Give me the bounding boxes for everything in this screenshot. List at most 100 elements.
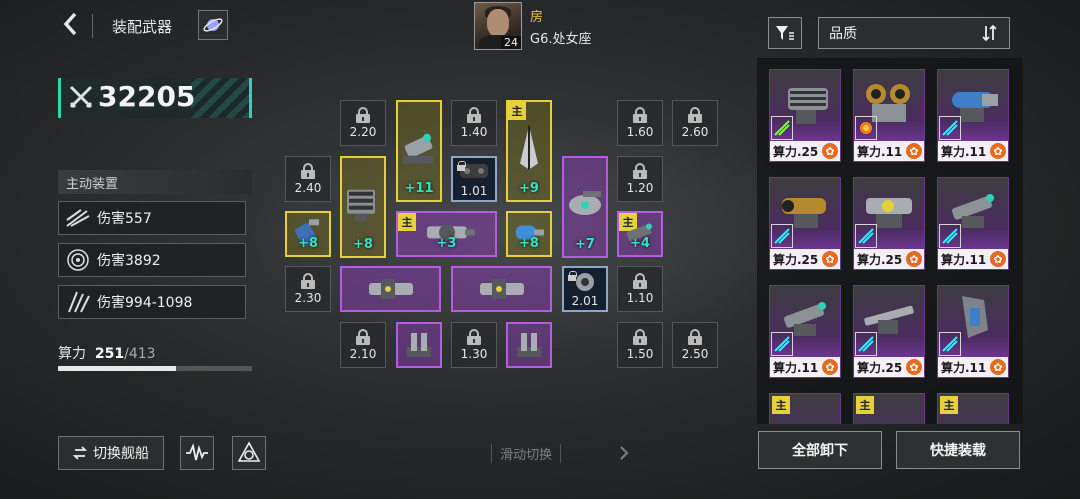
weapon-slot[interactable]: +7 — [562, 156, 608, 258]
swipe-label: 滑动切换 — [491, 443, 562, 463]
card-stat: 算力.25 ✿ — [854, 357, 924, 377]
device-row-1[interactable]: 伤害557 — [58, 201, 246, 235]
waveform-button[interactable] — [180, 436, 214, 470]
radar-button[interactable] — [232, 436, 266, 470]
weapon-card[interactable]: 主 — [769, 393, 841, 424]
card-compute: 算力.25 — [773, 252, 819, 267]
cannon-icon — [403, 133, 433, 164]
weapon-card[interactable]: 算力.11 ✿ — [937, 69, 1009, 162]
upgrade-level: +8 — [519, 236, 539, 251]
locked-slot[interactable]: 1.40 — [451, 100, 497, 146]
weapon-slot[interactable] — [506, 322, 552, 368]
card-compute: 算力.11 — [857, 144, 903, 159]
sort-icon — [982, 24, 997, 42]
slot-cost: 2.40 — [294, 181, 322, 195]
mortar-icon — [517, 333, 541, 357]
page-title: 装配武器 — [112, 18, 173, 36]
sort-label: 品质 — [829, 26, 857, 42]
slot-cost: 1.50 — [626, 347, 654, 361]
filter-icon — [776, 26, 794, 40]
weapon-card[interactable]: 算力.25 ✿ — [769, 69, 841, 162]
swipe-hint[interactable]: 滑动切换 — [430, 440, 630, 466]
weapon-slot[interactable]: +11 — [396, 100, 442, 202]
weapon-slot[interactable]: +8 — [506, 211, 552, 257]
upgrade-level: +8 — [298, 236, 318, 251]
compute-progress-fill — [58, 366, 176, 371]
device-row-2[interactable]: 伤害3892 — [58, 243, 246, 277]
locked-slot[interactable]: 2.40 — [285, 156, 331, 202]
locked-slot[interactable]: 2.10 — [340, 322, 386, 368]
weapon-slot[interactable]: 主 +3 — [396, 211, 497, 257]
slot-cost: 2.30 — [294, 291, 322, 305]
weapon-slot[interactable]: +8 — [285, 211, 331, 257]
swap-icon — [73, 446, 87, 460]
locked-slot[interactable]: 1.30 — [451, 322, 497, 368]
weapon-slot[interactable]: +8 — [340, 156, 386, 258]
card-stat: 算力.11 ✿ — [938, 141, 1008, 161]
compute-label: 算力 — [58, 346, 86, 362]
weapon-slot[interactable]: 1.01 — [451, 156, 497, 202]
weapon-slot[interactable]: 2.01 — [562, 266, 608, 312]
lock-icon — [567, 271, 577, 281]
quick-equip-button[interactable]: 快捷装载 — [896, 431, 1020, 469]
locked-slot[interactable]: 2.30 — [285, 266, 331, 312]
slot-cost: 2.01 — [571, 294, 599, 308]
waveform-icon — [186, 443, 208, 461]
weapon-card[interactable]: 主 — [937, 393, 1009, 424]
radar-icon — [237, 441, 261, 462]
locked-slot[interactable]: 1.10 — [617, 266, 663, 312]
weapon-card[interactable]: 算力.11 ✿ — [769, 285, 841, 378]
railgun-icon — [479, 279, 524, 299]
device-label: 伤害557 — [97, 211, 152, 227]
main-tag: 主 — [772, 396, 790, 414]
crossed-swords-icon — [69, 85, 93, 108]
weapon-card[interactable]: 算力.11 ✿ — [937, 285, 1009, 378]
weapon-slot[interactable] — [396, 322, 442, 368]
device-label: 伤害3892 — [97, 253, 161, 269]
gear-icon: ✿ — [906, 251, 922, 267]
lock-icon — [466, 329, 482, 345]
weapon-slot[interactable] — [340, 266, 441, 312]
upgrade-level: +11 — [404, 181, 434, 196]
card-compute: 算力.25 — [857, 360, 903, 375]
card-compute: 算力.25 — [857, 252, 903, 267]
gear-icon: ✿ — [822, 359, 838, 375]
gear-icon: ✿ — [906, 359, 922, 375]
weapon-slot[interactable]: 主 +9 — [506, 100, 552, 202]
upgrade-level: +9 — [519, 181, 539, 196]
back-button[interactable] — [58, 12, 84, 40]
locked-slot[interactable]: 2.50 — [672, 322, 718, 368]
switch-ship-button[interactable]: 切换舰船 — [58, 436, 164, 470]
card-compute: 算力.11 — [941, 144, 987, 159]
lock-icon — [632, 107, 648, 123]
orange-burst-icon — [855, 116, 877, 140]
sort-dropdown[interactable]: 品质 — [818, 17, 1010, 49]
weapon-card[interactable]: 算力.25 ✿ — [853, 285, 925, 378]
chevron-left-icon — [63, 12, 77, 36]
captain-portrait[interactable]: 24 — [474, 2, 522, 50]
locked-slot[interactable]: 1.20 — [617, 156, 663, 202]
weapon-card[interactable]: 主 — [853, 393, 925, 424]
locked-slot[interactable]: 1.60 — [617, 100, 663, 146]
locked-slot[interactable]: 2.20 — [340, 100, 386, 146]
locked-slot[interactable]: 2.60 — [672, 100, 718, 146]
mortar-icon — [407, 333, 431, 357]
filter-button[interactable] — [768, 17, 802, 49]
inventory-panel[interactable]: 算力.25 ✿ 算力.11 ✿ 算力.11 ✿ 算力.25 ✿ 算力.25 ✿ 算力.11… — [757, 58, 1023, 424]
weapon-card[interactable]: 算力.25 ✿ — [853, 177, 925, 270]
weapon-card[interactable]: 算力.11 ✿ — [853, 69, 925, 162]
weapon-card[interactable]: 算力.11 ✿ — [937, 177, 1009, 270]
unload-all-button[interactable]: 全部卸下 — [758, 431, 882, 469]
weapon-slot[interactable] — [451, 266, 552, 312]
device-row-3[interactable]: 伤害994-1098 — [58, 285, 246, 319]
weapon-card[interactable]: 算力.25 ✿ — [769, 177, 841, 270]
weapon-slot[interactable]: 主 +4 — [617, 211, 663, 257]
lock-icon — [466, 107, 482, 123]
planet-icon[interactable] — [198, 10, 228, 40]
card-stat: 算力.25 ✿ — [854, 249, 924, 269]
card-stat: 算力.11 ✿ — [938, 249, 1008, 269]
upgrade-level: +3 — [436, 236, 457, 251]
cyan-slash-icon — [771, 332, 793, 356]
card-stat: 算力.11 ✿ — [770, 357, 840, 377]
locked-slot[interactable]: 1.50 — [617, 322, 663, 368]
